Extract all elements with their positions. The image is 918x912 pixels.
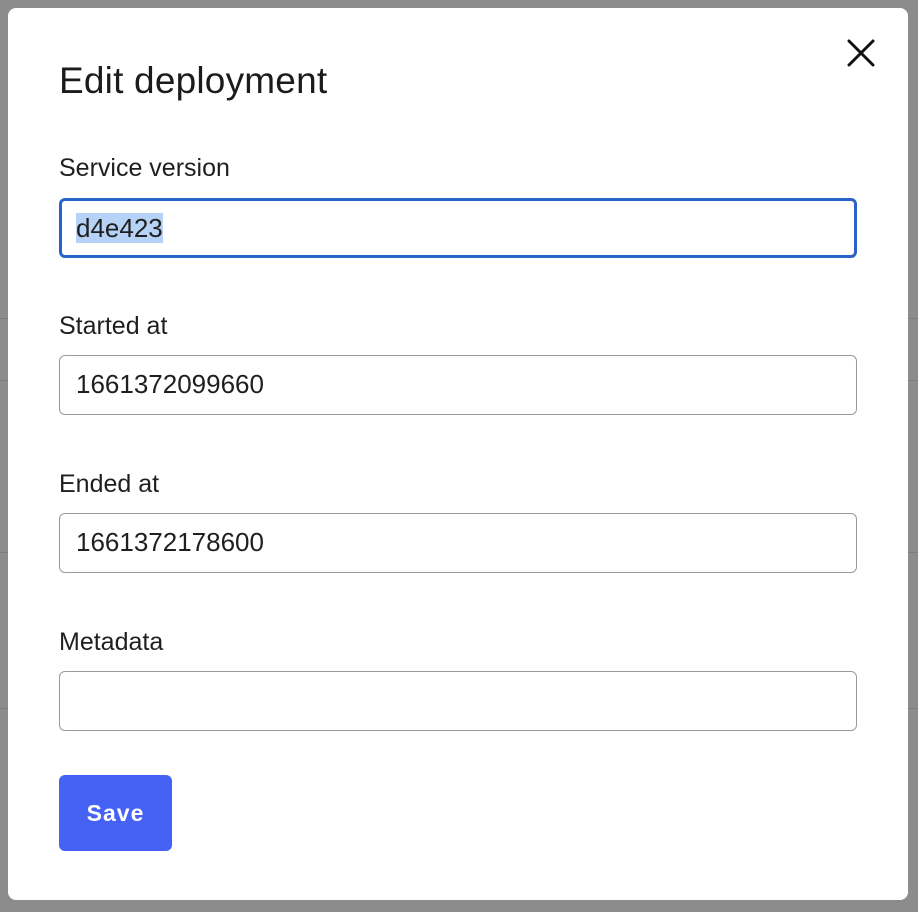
started-at-value: 1661372099660 bbox=[76, 369, 264, 399]
edit-deployment-dialog: Edit deployment Service version d4e423 S… bbox=[8, 8, 908, 900]
close-icon bbox=[844, 36, 878, 70]
metadata-input[interactable] bbox=[59, 671, 857, 731]
started-at-label: Started at bbox=[59, 312, 167, 341]
service-version-value: d4e423 bbox=[76, 213, 163, 243]
started-at-input[interactable]: 1661372099660 bbox=[59, 355, 857, 415]
close-button[interactable] bbox=[844, 36, 878, 70]
save-button[interactable]: Save bbox=[59, 775, 172, 851]
service-version-input[interactable]: d4e423 bbox=[59, 198, 857, 258]
ended-at-label: Ended at bbox=[59, 470, 159, 499]
ended-at-value: 1661372178600 bbox=[76, 527, 264, 557]
dialog-title: Edit deployment bbox=[59, 60, 327, 102]
metadata-label: Metadata bbox=[59, 628, 163, 657]
service-version-label: Service version bbox=[59, 154, 230, 183]
ended-at-input[interactable]: 1661372178600 bbox=[59, 513, 857, 573]
